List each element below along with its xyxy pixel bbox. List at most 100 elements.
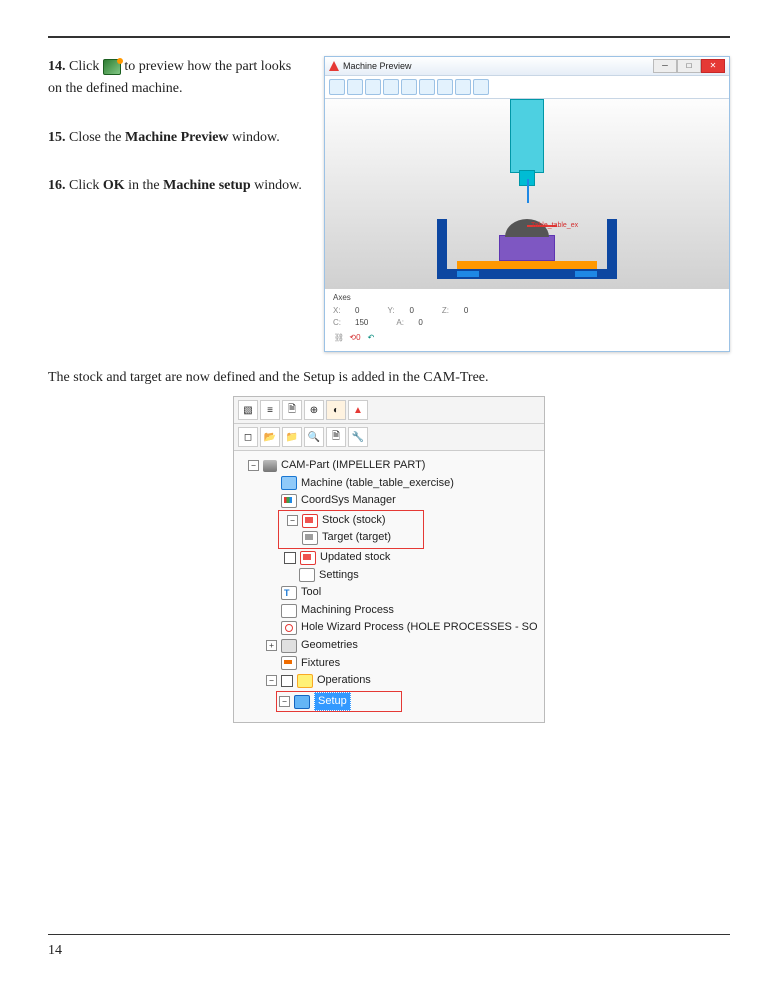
collapse-icon[interactable]: − (266, 675, 277, 686)
hole-icon (281, 621, 297, 635)
axes-panel: Axes X:0 Y:0 Z:0 C:150 A:0 ⛓ ⟲0 ↶ (325, 289, 729, 351)
target-icon[interactable]: ⊕ (304, 400, 324, 420)
maximize-button[interactable]: □ (677, 59, 701, 73)
step-15-text-b: window. (232, 130, 280, 145)
tree-setup[interactable]: − Setup (279, 692, 399, 712)
step-16-num: 16. (48, 178, 66, 193)
flame-icon[interactable]: ▲ (348, 400, 368, 420)
step-14: 14. Click to preview how the part looks … (48, 56, 308, 101)
root-label: CAM-Part (IMPELLER PART) (281, 457, 425, 475)
tree-root[interactable]: − CAM-Part (IMPELLER PART) (240, 457, 540, 475)
tree-stock[interactable]: − Stock (stock) (281, 512, 421, 530)
tree-hole-wizard[interactable]: Hole Wizard Process (HOLE PROCESSES - SO (240, 619, 540, 637)
toolbar-icon[interactable] (347, 79, 363, 95)
toolbar-icon[interactable] (365, 79, 381, 95)
top-rule (48, 36, 730, 38)
updated-stock-icon (300, 551, 316, 565)
wrench-icon[interactable]: 🔧 (348, 427, 368, 447)
step-15: 15. Close the Machine Preview window. (48, 127, 308, 149)
search-icon[interactable]: 🔍 (304, 427, 324, 447)
palette-icon[interactable]: ◐ (326, 400, 346, 420)
hole-label: Hole Wizard Process (HOLE PROCESSES - SO (301, 619, 538, 637)
setup-icon (294, 695, 310, 709)
bottom-rule (48, 934, 730, 935)
operations-icon (297, 674, 313, 688)
fixture-graphic: Table_table_ex (427, 209, 627, 279)
home-icon[interactable]: ⟲0 (349, 331, 361, 343)
step-14-num: 14. (48, 59, 66, 74)
setup-label: Setup (314, 692, 351, 712)
a-value[interactable]: 0 (418, 318, 422, 327)
c-label: C: (333, 318, 345, 327)
y-label: Y: (387, 306, 399, 315)
toolbar-icon[interactable] (419, 79, 435, 95)
toolbar-icon[interactable] (383, 79, 399, 95)
steps-column: 14. Click to preview how the part looks … (48, 56, 308, 352)
tree-coordsys[interactable]: CoordSys Manager (240, 492, 540, 510)
triad-label: Table_table_ex (531, 222, 578, 229)
cube-icon[interactable]: ▧ (238, 400, 258, 420)
step-16-text-b: in the (128, 178, 160, 193)
stock-icon (302, 514, 318, 528)
open2-icon[interactable]: 📁 (282, 427, 302, 447)
tool-icon (281, 586, 297, 600)
tree-fixtures[interactable]: Fixtures (240, 655, 540, 673)
stock-label: Stock (stock) (322, 512, 386, 530)
viewport-toolbar (325, 76, 729, 99)
open-icon[interactable]: 📂 (260, 427, 280, 447)
highlight-box-stock-target: − Stock (stock) Target (target) (278, 510, 424, 549)
z-value[interactable]: 0 (464, 306, 468, 315)
tree-operations[interactable]: − Operations (240, 672, 540, 690)
machine-preview-window: Machine Preview ─ □ ✕ (324, 56, 730, 352)
y-value[interactable]: 0 (409, 306, 413, 315)
toolbar-icon[interactable] (329, 79, 345, 95)
toolbar-icon[interactable] (455, 79, 471, 95)
page-icon[interactable]: 🗎 (326, 427, 346, 447)
doc-icon[interactable]: 🗎 (282, 400, 302, 420)
proc-label: Machining Process (301, 602, 394, 620)
process-icon (281, 604, 297, 618)
a-label: A: (396, 318, 408, 327)
toolbar-icon[interactable] (437, 79, 453, 95)
app-logo-icon (329, 61, 339, 71)
toolbar-icon[interactable] (473, 79, 489, 95)
tree-tool[interactable]: Tool (240, 584, 540, 602)
step-16: 16. Click OK in the Machine setup window… (48, 175, 308, 197)
tool-label: Tool (301, 584, 321, 602)
link-icon[interactable]: ⛓ (333, 331, 345, 343)
preview-icon (103, 59, 121, 75)
checkbox-icon[interactable] (284, 552, 296, 564)
tree-updated-stock[interactable]: Updated stock (240, 549, 540, 567)
machine-icon (281, 476, 297, 490)
collapse-icon[interactable]: − (248, 460, 259, 471)
coordsys-icon (281, 494, 297, 508)
toolbar-icon[interactable] (401, 79, 417, 95)
titlebar: Machine Preview ─ □ ✕ (325, 57, 729, 76)
cam-tree[interactable]: − CAM-Part (IMPELLER PART) Machine (tabl… (234, 451, 544, 722)
tree-target[interactable]: Target (target) (281, 529, 421, 547)
close-button[interactable]: ✕ (701, 59, 725, 73)
tree-toolbar-1: ▧ ≡ 🗎 ⊕ ◐ ▲ (234, 397, 544, 424)
step-16-bold2: Machine setup (163, 178, 251, 193)
page-number: 14 (48, 943, 62, 959)
step-16-text-c: window. (254, 178, 302, 193)
expand-icon[interactable]: + (266, 640, 277, 651)
highlight-box-setup: − Setup (276, 691, 402, 713)
undo-icon[interactable]: ↶ (365, 331, 377, 343)
x-value[interactable]: 0 (355, 306, 359, 315)
viewport-3d[interactable]: Table_table_ex (325, 99, 729, 289)
tree-settings[interactable]: Settings (240, 567, 540, 585)
fixtures-icon (281, 656, 297, 670)
checkbox-icon[interactable] (281, 675, 293, 687)
tree-machining-process[interactable]: Machining Process (240, 602, 540, 620)
tree-machine[interactable]: Machine (table_table_exercise) (240, 475, 540, 493)
collapse-icon[interactable]: − (279, 696, 290, 707)
step-15-bold: Machine Preview (125, 130, 229, 145)
cam-tree-panel: ▧ ≡ 🗎 ⊕ ◐ ▲ ◻ 📂 📁 🔍 🗎 🔧 − CAM-Part (IMPE… (233, 396, 545, 723)
new-icon[interactable]: ◻ (238, 427, 258, 447)
list-icon[interactable]: ≡ (260, 400, 280, 420)
minimize-button[interactable]: ─ (653, 59, 677, 73)
c-value[interactable]: 150 (355, 318, 368, 327)
tree-geometries[interactable]: + Geometries (240, 637, 540, 655)
collapse-icon[interactable]: − (287, 515, 298, 526)
